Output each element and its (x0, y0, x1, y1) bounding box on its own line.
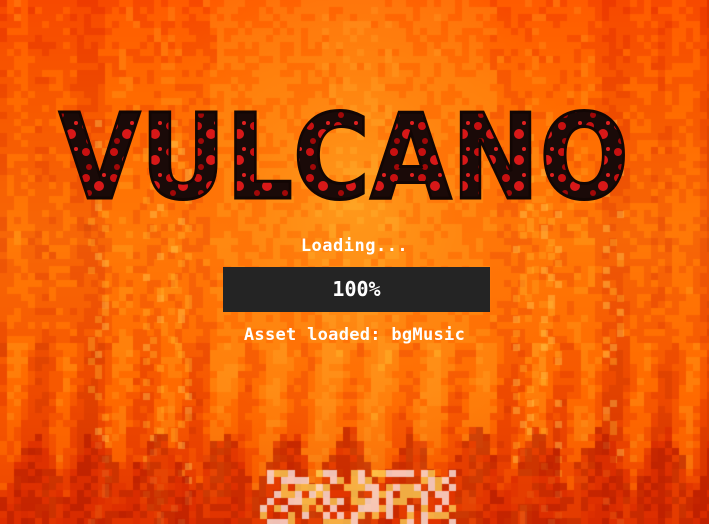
game-canvas: VULCANO Loading... 100% Asset loaded: bg… (0, 0, 709, 524)
game-logo: VULCANO (58, 94, 631, 218)
asset-status-label: Asset loaded: bgMusic (243, 325, 466, 345)
game-logo-text: VULCANO (59, 94, 629, 218)
lava-background (0, 0, 709, 524)
progress-bar: 100% (223, 267, 490, 312)
loading-label: Loading... (300, 236, 409, 256)
progress-percent-label: 100% (332, 277, 381, 301)
